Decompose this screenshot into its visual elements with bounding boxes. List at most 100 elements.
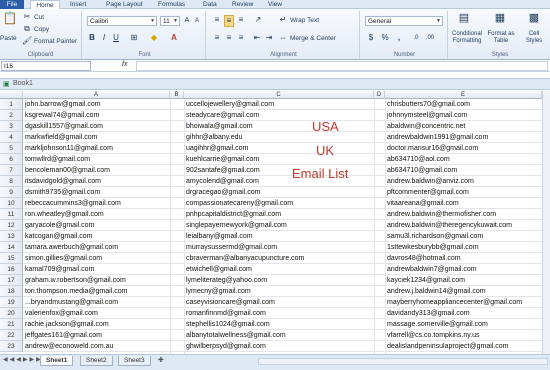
cell-a[interactable]: tori.thompson.media@gmail.com	[23, 286, 170, 297]
align-middle-icon[interactable]: ≡	[224, 15, 234, 27]
orientation-icon[interactable]: ↗	[252, 15, 264, 25]
paste-icon[interactable]: 📋	[2, 12, 18, 31]
cell-d[interactable]	[374, 330, 385, 341]
row-header[interactable]: 7	[0, 165, 23, 176]
tab-formulas[interactable]: Formulas	[158, 0, 185, 9]
cell-b[interactable]	[170, 297, 184, 308]
cell-e[interactable]: andrewbaldwin1991@gmail.com	[385, 132, 542, 143]
decrease-indent-icon[interactable]: ⇤	[252, 33, 262, 43]
font-name-combo[interactable]: Calibri ▼	[87, 16, 157, 26]
cell-d[interactable]	[374, 275, 385, 286]
cell-e[interactable]: pftcommenter@gmail.com	[385, 187, 542, 198]
tab-data[interactable]: Data	[203, 0, 217, 9]
cell-d[interactable]	[374, 187, 385, 198]
select-all-corner[interactable]	[0, 91, 23, 99]
cell-d[interactable]	[374, 165, 385, 176]
cell-b[interactable]	[170, 308, 184, 319]
format-table-button[interactable]: Format as Table	[484, 31, 518, 45]
align-right-icon[interactable]: ≡	[236, 33, 246, 43]
tab-file[interactable]: File	[0, 0, 24, 9]
align-center-icon[interactable]: ≡	[224, 33, 234, 43]
conditional-formatting-button[interactable]: Conditional Formatting	[450, 31, 484, 45]
cell-a[interactable]: tomwllrd@gmail.com	[23, 154, 170, 165]
cell-d[interactable]	[374, 121, 385, 132]
cell-a[interactable]: tamara.awerbuch@gmail.com	[23, 242, 170, 253]
cell-d[interactable]	[374, 143, 385, 154]
cell-e[interactable]: vitaareana@gmail.com	[385, 198, 542, 209]
vertical-scrollbar[interactable]	[542, 91, 550, 354]
wrap-text-button[interactable]: Wrap Text	[290, 17, 319, 24]
cell-b[interactable]	[170, 165, 184, 176]
row-header[interactable]: 18	[0, 286, 23, 297]
cell-c[interactable]: stephellis1024@gmail.com	[184, 319, 374, 330]
paste-button[interactable]: Paste	[0, 35, 17, 42]
cell-d[interactable]	[374, 220, 385, 231]
cell-c[interactable]: etwichell@gmail.com	[184, 264, 374, 275]
cell-a[interactable]: bencoleman00@gmail.com	[23, 165, 170, 176]
row-header[interactable]: 15	[0, 253, 23, 264]
cell-a[interactable]: ron.wheatley@gmail.com	[23, 209, 170, 220]
cell-d[interactable]	[374, 132, 385, 143]
cell-c[interactable]: cbraverman@albanyacupuncture.com	[184, 253, 374, 264]
cell-d[interactable]	[374, 286, 385, 297]
cell-e[interactable]: doctor.mansur16@gmail.com	[385, 143, 542, 154]
tab-insert[interactable]: Insert	[70, 0, 86, 9]
cell-b[interactable]	[170, 264, 184, 275]
cell-d[interactable]	[374, 242, 385, 253]
cell-styles-button[interactable]: Cell Styles	[520, 31, 548, 45]
cell-c[interactable]: bhoiwala@gmail.com	[184, 121, 374, 132]
comma-button[interactable]: ,	[394, 33, 404, 43]
cell-c[interactable]: romanfinnmd@gmail.com	[184, 308, 374, 319]
cell-b[interactable]	[170, 132, 184, 143]
cell-e[interactable]: ab634710@aol.com	[385, 154, 542, 165]
cut-button[interactable]: Cut	[34, 14, 44, 21]
cell-b[interactable]	[170, 198, 184, 209]
cell-a[interactable]: valerienfox@gmail.com	[23, 308, 170, 319]
row-header[interactable]: 2	[0, 110, 23, 121]
cell-d[interactable]	[374, 264, 385, 275]
cell-d[interactable]	[374, 154, 385, 165]
column-header-d[interactable]: D	[374, 91, 385, 99]
row-header[interactable]: 16	[0, 264, 23, 275]
cell-d[interactable]	[374, 319, 385, 330]
cell-e[interactable]: abaldwin@concentric.net	[385, 121, 542, 132]
cell-c[interactable]: pnhpcapitaldistrict@gmail.com	[184, 209, 374, 220]
cell-b[interactable]	[170, 187, 184, 198]
cell-e[interactable]: vfarrell@cs.co.tompkins.ny.us	[385, 330, 542, 341]
cell-b[interactable]	[170, 286, 184, 297]
row-header[interactable]: 5	[0, 143, 23, 154]
row-header[interactable]: 14	[0, 242, 23, 253]
cell-d[interactable]	[374, 209, 385, 220]
row-header[interactable]: 11	[0, 209, 23, 220]
cell-b[interactable]	[170, 121, 184, 132]
cell-c[interactable]: compassionatecareny@gmail.com	[184, 198, 374, 209]
cell-b[interactable]	[170, 231, 184, 242]
row-header[interactable]: 13	[0, 231, 23, 242]
cell-e[interactable]: andrew.j.baldwin14@gmail.com	[385, 286, 542, 297]
row-header[interactable]: 21	[0, 319, 23, 330]
cell-a[interactable]: dsmith9735@gmail.com	[23, 187, 170, 198]
column-header-e[interactable]: E	[385, 91, 542, 99]
cell-a[interactable]: katcogan@gmail.com	[23, 231, 170, 242]
cell-b[interactable]	[170, 110, 184, 121]
merge-center-button[interactable]: Merge & Center	[290, 35, 336, 42]
italic-icon[interactable]: I	[99, 33, 109, 43]
cell-b[interactable]	[170, 319, 184, 330]
cell-c[interactable]: lymeliterateg@yahoo.com	[184, 275, 374, 286]
cell-a[interactable]: kamal709@gmail.com	[23, 264, 170, 275]
row-header[interactable]: 23	[0, 341, 23, 352]
cell-c[interactable]: uccellojewellery@gmail.com	[184, 99, 374, 110]
sheet-tab-sheet2[interactable]: Sheet2	[80, 356, 113, 366]
cell-c[interactable]: gihhr@albany.edu	[184, 132, 374, 143]
cell-b[interactable]	[170, 154, 184, 165]
cell-d[interactable]	[374, 198, 385, 209]
row-header[interactable]: 10	[0, 198, 23, 209]
cell-a[interactable]: ksgrewal74@gmail.com	[23, 110, 170, 121]
horizontal-scrollbar[interactable]	[258, 358, 548, 365]
tab-review[interactable]: Review	[232, 0, 253, 9]
row-header[interactable]: 1	[0, 99, 23, 110]
sheet-tab-sheet3[interactable]: Sheet3	[118, 356, 151, 366]
percent-button[interactable]: %	[380, 33, 390, 43]
copy-button[interactable]: Copy	[34, 26, 49, 33]
cell-e[interactable]: davidandy313@gmail.com	[385, 308, 542, 319]
